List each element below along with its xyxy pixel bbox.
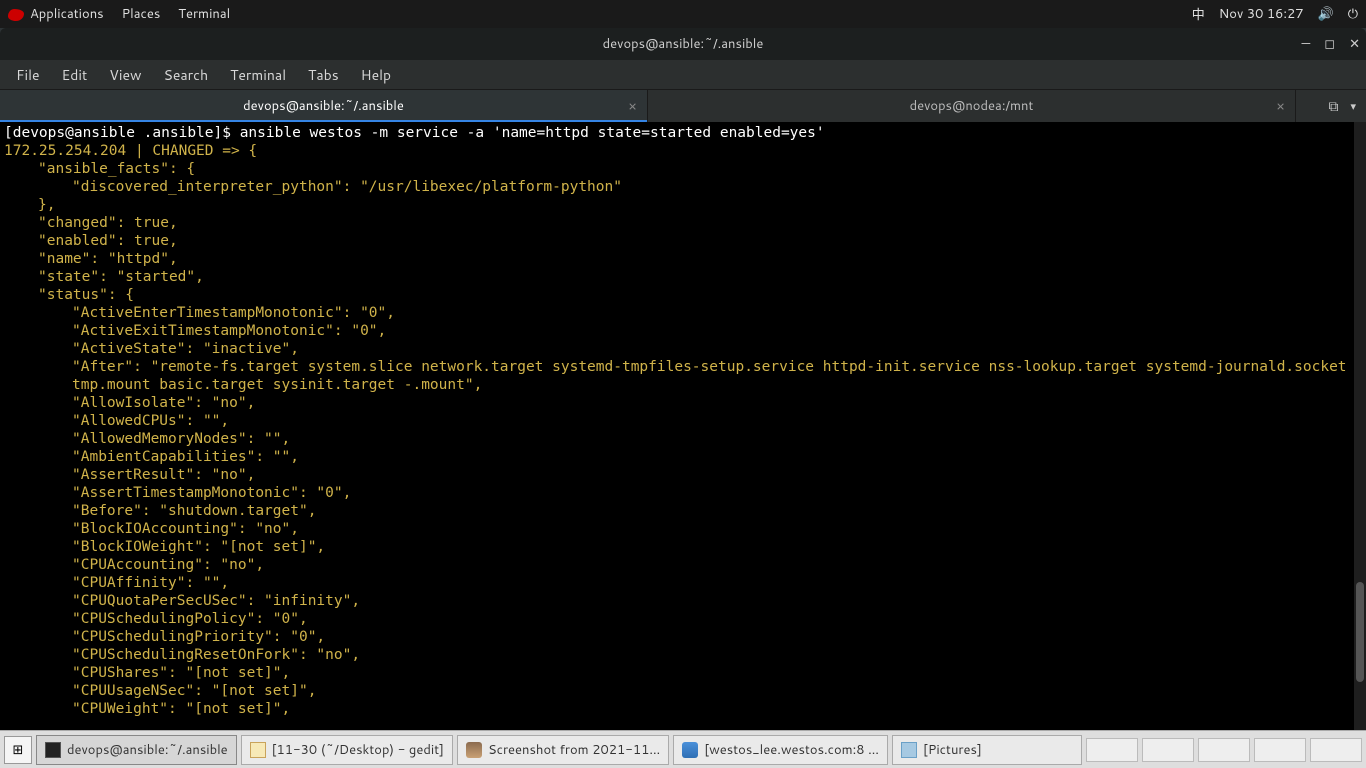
- menu-edit[interactable]: Edit: [52, 61, 98, 89]
- task-label: [Pictures]: [923, 741, 982, 759]
- terminal-output-line: "Before": "shutdown.target",: [4, 502, 1362, 520]
- terminal-menubar: File Edit View Search Terminal Tabs Help: [0, 60, 1366, 90]
- terminal-output-line: "BlockIOWeight": "[not set]",: [4, 538, 1362, 556]
- power-icon[interactable]: ⏻: [1348, 5, 1358, 23]
- new-tab-icon[interactable]: ⧉: [1328, 96, 1338, 116]
- tab-tools: ⧉ ▾: [1296, 90, 1366, 122]
- terminal-output-line: "AllowedMemoryNodes": "",: [4, 430, 1362, 448]
- tab-label: devops@nodea:/mnt: [910, 97, 1034, 115]
- tab-menu-icon[interactable]: ▾: [1350, 98, 1356, 114]
- menu-view[interactable]: View: [99, 61, 151, 89]
- terminal-output-line: "BlockIOAccounting": "no",: [4, 520, 1362, 538]
- scrollbar-thumb[interactable]: [1356, 582, 1364, 682]
- terminal-output-line: "ActiveEnterTimestampMonotonic": "0",: [4, 304, 1362, 322]
- terminal-app-menu[interactable]: Terminal: [178, 5, 230, 23]
- terminal-output-line: "name": "httpd",: [4, 250, 1362, 268]
- terminal-output-line: "AmbientCapabilities": "",: [4, 448, 1362, 466]
- task-label: [westos_lee.westos.com:8 …: [704, 741, 879, 759]
- terminal-output-line: "state": "started",: [4, 268, 1362, 286]
- input-method-indicator[interactable]: 中: [1192, 4, 1205, 24]
- window-minimize-button[interactable]: —: [1302, 35, 1311, 53]
- tab-nodea[interactable]: devops@nodea:/mnt ×: [648, 90, 1296, 122]
- workspace-switcher[interactable]: ⊞: [4, 736, 32, 764]
- task-gimp[interactable]: Screenshot from 2021-11…: [457, 735, 669, 765]
- task-label: [11-30 (~/Desktop) - gedit]: [272, 741, 444, 759]
- terminal-output-line: "AllowIsolate": "no",: [4, 394, 1362, 412]
- tray-slot[interactable]: [1310, 738, 1362, 762]
- terminal-viewport[interactable]: [devops@ansible .ansible]$ ansible westo…: [0, 122, 1366, 730]
- terminal-prompt-line: [devops@ansible .ansible]$ ansible westo…: [4, 124, 1362, 142]
- terminal-output-line: "CPUQuotaPerSecUSec": "infinity",: [4, 592, 1362, 610]
- menu-help[interactable]: Help: [351, 61, 401, 89]
- gnome-topbar: Applications Places Terminal 中 Nov 30 16…: [0, 0, 1366, 28]
- terminal-output-line: "CPUSchedulingResetOnFork": "no",: [4, 646, 1362, 664]
- task-firefox[interactable]: [westos_lee.westos.com:8 …: [673, 735, 888, 765]
- terminal-output-line: "CPUShares": "[not set]",: [4, 664, 1362, 682]
- terminal-output-line: "CPUUsageNSec": "[not set]",: [4, 682, 1362, 700]
- tray-slot[interactable]: [1086, 738, 1138, 762]
- gimp-icon: [466, 742, 482, 758]
- task-gedit[interactable]: [11-30 (~/Desktop) - gedit]: [241, 735, 453, 765]
- tray-slot[interactable]: [1254, 738, 1306, 762]
- terminal-output-line: "status": {: [4, 286, 1362, 304]
- terminal-output-line: "AllowedCPUs": "",: [4, 412, 1362, 430]
- files-icon: [901, 742, 917, 758]
- terminal-output-line: "discovered_interpreter_python": "/usr/l…: [4, 178, 1362, 196]
- tab-label: devops@ansible:~/.ansible: [243, 97, 404, 115]
- terminal-output-line: "ActiveExitTimestampMonotonic": "0",: [4, 322, 1362, 340]
- terminal-output-line: "CPUSchedulingPolicy": "0",: [4, 610, 1362, 628]
- task-label: Screenshot from 2021-11…: [488, 741, 660, 759]
- activities-redhat-icon[interactable]: Applications: [8, 5, 104, 23]
- menu-tabs[interactable]: Tabs: [298, 61, 349, 89]
- task-files[interactable]: [Pictures]: [892, 735, 1082, 765]
- terminal-output-line: "ActiveState": "inactive",: [4, 340, 1362, 358]
- terminal-window: devops@ansible:~/.ansible — ◻ ✕ File Edi…: [0, 28, 1366, 730]
- volume-icon[interactable]: 🔊: [1318, 5, 1334, 23]
- menu-terminal[interactable]: Terminal: [220, 61, 296, 89]
- tab-close-icon[interactable]: ×: [628, 96, 637, 116]
- terminal-icon: [45, 742, 61, 758]
- terminal-host-line: 172.25.254.204 | CHANGED => {: [4, 142, 1362, 160]
- clock[interactable]: Nov 30 16:27: [1219, 5, 1304, 23]
- bottom-taskbar: ⊞ devops@ansible:~/.ansible [11-30 (~/De…: [0, 730, 1366, 768]
- gedit-icon: [250, 742, 266, 758]
- tray-slot[interactable]: [1142, 738, 1194, 762]
- window-close-button[interactable]: ✕: [1349, 35, 1360, 53]
- terminal-output-line: },: [4, 196, 1362, 214]
- window-maximize-button[interactable]: ◻: [1324, 35, 1335, 53]
- terminal-output-line: "CPUAffinity": "",: [4, 574, 1362, 592]
- terminal-output-line: "ansible_facts": {: [4, 160, 1362, 178]
- terminal-output-line: "After": "remote-fs.target system.slice …: [4, 358, 1362, 394]
- terminal-tabstrip: devops@ansible:~/.ansible × devops@nodea…: [0, 90, 1366, 122]
- taskbar-tray: [1086, 738, 1362, 762]
- terminal-output-line: "AssertTimestampMonotonic": "0",: [4, 484, 1362, 502]
- firefox-icon: [682, 742, 698, 758]
- places-menu[interactable]: Places: [122, 5, 161, 23]
- tab-ansible[interactable]: devops@ansible:~/.ansible ×: [0, 90, 648, 122]
- terminal-output-line: "enabled": true,: [4, 232, 1362, 250]
- menu-search[interactable]: Search: [154, 61, 219, 89]
- terminal-output-line: "AssertResult": "no",: [4, 466, 1362, 484]
- task-label: devops@ansible:~/.ansible: [67, 741, 228, 759]
- window-titlebar[interactable]: devops@ansible:~/.ansible — ◻ ✕: [0, 28, 1366, 60]
- terminal-output-line: "changed": true,: [4, 214, 1362, 232]
- terminal-output-line: "CPUSchedulingPriority": "0",: [4, 628, 1362, 646]
- terminal-scrollbar[interactable]: [1354, 122, 1366, 730]
- terminal-output-line: "CPUAccounting": "no",: [4, 556, 1362, 574]
- task-terminal[interactable]: devops@ansible:~/.ansible: [36, 735, 237, 765]
- menu-file[interactable]: File: [6, 61, 50, 89]
- tray-slot[interactable]: [1198, 738, 1250, 762]
- window-title: devops@ansible:~/.ansible: [603, 35, 764, 53]
- tab-close-icon[interactable]: ×: [1276, 96, 1285, 116]
- terminal-output-line: "CPUWeight": "[not set]",: [4, 700, 1362, 718]
